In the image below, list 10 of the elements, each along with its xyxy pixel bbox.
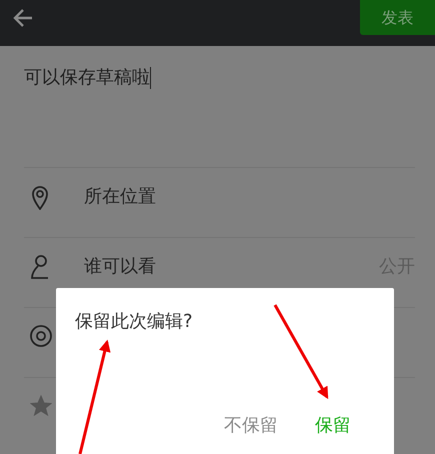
row-label[interactable]: 谁可以看 — [84, 253, 379, 280]
at-sign-icon — [30, 324, 52, 350]
dialog-button[interactable]: 不保留 — [224, 412, 278, 439]
dialog-button[interactable]: 保留 — [315, 412, 351, 439]
draft-text-field[interactable]: 可以保存草稿啦 — [24, 67, 150, 88]
row-label[interactable]: 所在位置 — [84, 183, 415, 210]
text-cursor — [150, 67, 151, 90]
back-icon[interactable] — [12, 8, 34, 28]
dialog-message: 保留此次编辑? — [75, 310, 193, 334]
post-button[interactable]: 发表 — [360, 0, 435, 35]
